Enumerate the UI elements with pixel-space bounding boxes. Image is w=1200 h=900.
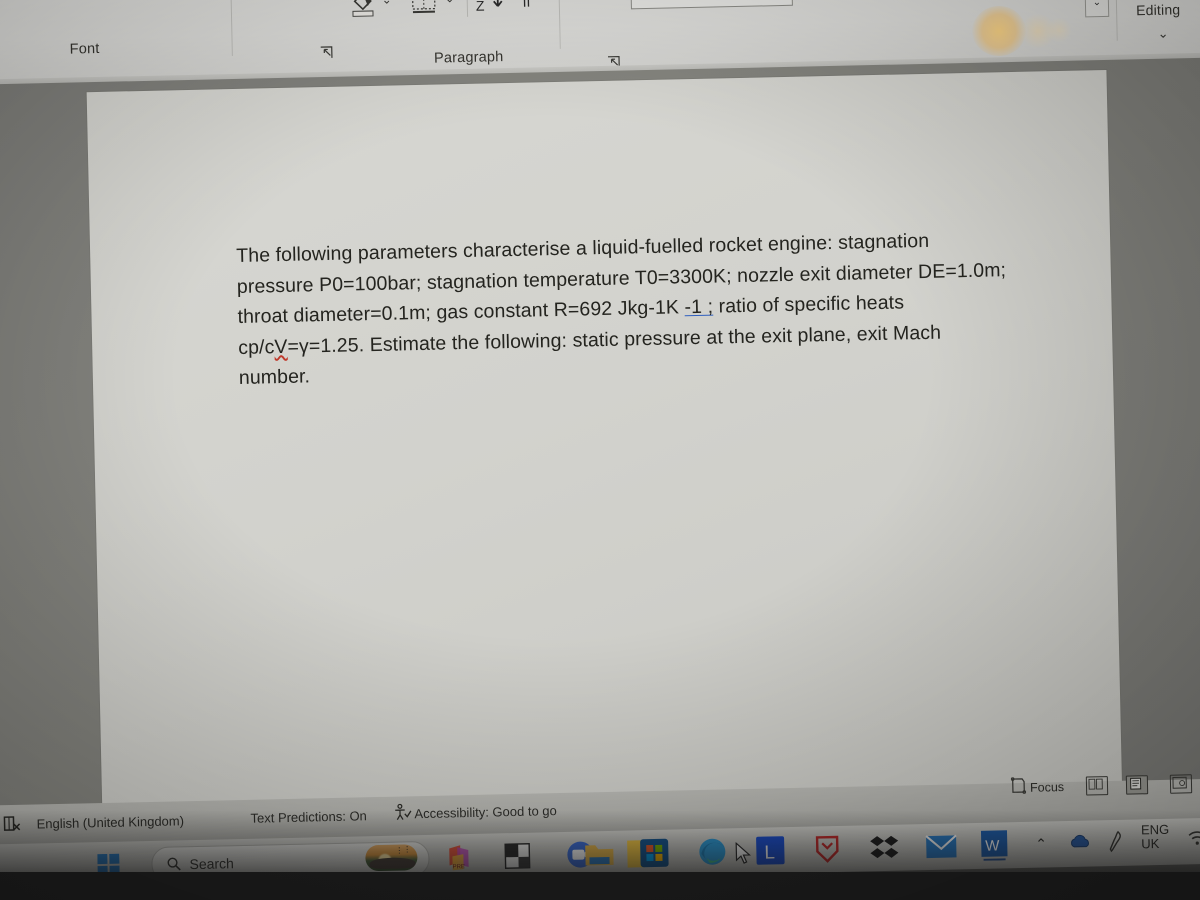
lastpass-icon[interactable]: L [755,835,786,866]
sort-az-icon[interactable]: A Z [473,0,510,15]
show-hide-pilcrow-icon[interactable]: ¶ [518,0,545,12]
snipping-tool-icon[interactable] [503,842,532,871]
ribbon-divider [466,0,469,17]
ribbon-divider [230,0,233,57]
ribbon-divider [558,0,561,49]
ribbon-divider [1115,0,1118,41]
bing-daily-thumbnail[interactable]: ︙ ︙ [365,844,418,872]
editing-chevron-down-icon[interactable]: ⌄ [1157,26,1168,42]
editing-group-label[interactable]: Editing [1136,1,1181,18]
photo-scene: Font ⌄ ⌄ [0,0,1200,900]
tray-overflow-chevron-icon[interactable]: ⌃ [1035,835,1047,852]
paragraph-group-label: Paragraph [433,49,504,67]
svg-text:W: W [985,837,1000,854]
mail-icon[interactable] [925,834,958,859]
accessibility-icon[interactable] [392,802,412,826]
style-gallery-item-normal[interactable] [629,0,793,10]
search-placeholder: Search [189,854,235,872]
document-page[interactable]: The following parameters characterise a … [86,69,1123,813]
style-gallery-scrollbar[interactable]: ⌃ ⌄ [1083,0,1110,18]
focus-button-label[interactable]: Focus [1030,780,1064,795]
document-body-text[interactable]: The following parameters characterise a … [236,224,1039,394]
bird-icon: ︙ [403,845,412,855]
tray-language-line2: UK [1141,835,1160,852]
read-mode-button[interactable] [1085,776,1109,796]
grammar-error-text[interactable]: -1 ; [684,296,713,319]
spelling-error-text[interactable]: V [274,335,288,357]
svg-text:Z: Z [476,0,485,14]
font-group-label: Font [69,40,100,58]
bird-icon: ︙ [395,846,404,856]
language-status[interactable]: English (United Kingdom) [36,813,184,831]
doc-line-4-a: cp/c [238,335,275,359]
doc-line-3-c: ratio of specific heats [712,291,905,318]
search-icon [166,856,181,871]
tray-language-indicator[interactable]: ENG UK [1141,822,1170,852]
onedrive-cloud-icon[interactable] [1069,832,1091,850]
shading-chevron-down-icon[interactable]: ⌄ [382,0,392,7]
shading-paint-bucket-icon[interactable] [345,0,378,18]
text-predictions-status[interactable]: Text Predictions: On [250,808,367,826]
svg-text:PRE: PRE [453,864,465,870]
focus-mode-icon[interactable] [1010,777,1027,799]
proofing-errors-icon[interactable] [2,815,22,838]
malwarebytes-icon[interactable] [813,834,842,865]
accessibility-status[interactable]: Accessibility: Good to go [414,803,557,821]
print-layout-button[interactable] [1125,775,1149,795]
font-dialog-launcher[interactable] [320,46,333,59]
pen-icon[interactable] [1105,830,1126,854]
doc-line-3-a: throat diameter=0.1m; gas constant R=692… [237,296,685,328]
file-explorer-icon[interactable] [583,841,616,868]
office-app-icon[interactable]: PRE [443,842,474,873]
microsoft-store-icon[interactable] [639,838,670,869]
laptop-bezel [0,872,1200,900]
edge-icon[interactable] [697,836,728,867]
hill-shape [369,857,416,870]
dropbox-icon[interactable] [869,834,900,863]
borders-grid-icon[interactable] [408,0,439,16]
style-gallery-scroll-down-icon[interactable]: ⌄ [1093,0,1102,8]
mouse-cursor-icon [735,841,754,866]
word-icon[interactable]: W [979,828,1010,861]
web-layout-button[interactable] [1169,774,1193,794]
laptop-screen: Font ⌄ ⌄ [0,0,1200,891]
svg-text:L: L [764,842,775,863]
document-workspace: The following parameters characterise a … [0,57,1200,825]
wifi-icon[interactable] [1187,830,1200,846]
borders-chevron-down-icon[interactable]: ⌄ [445,0,455,5]
